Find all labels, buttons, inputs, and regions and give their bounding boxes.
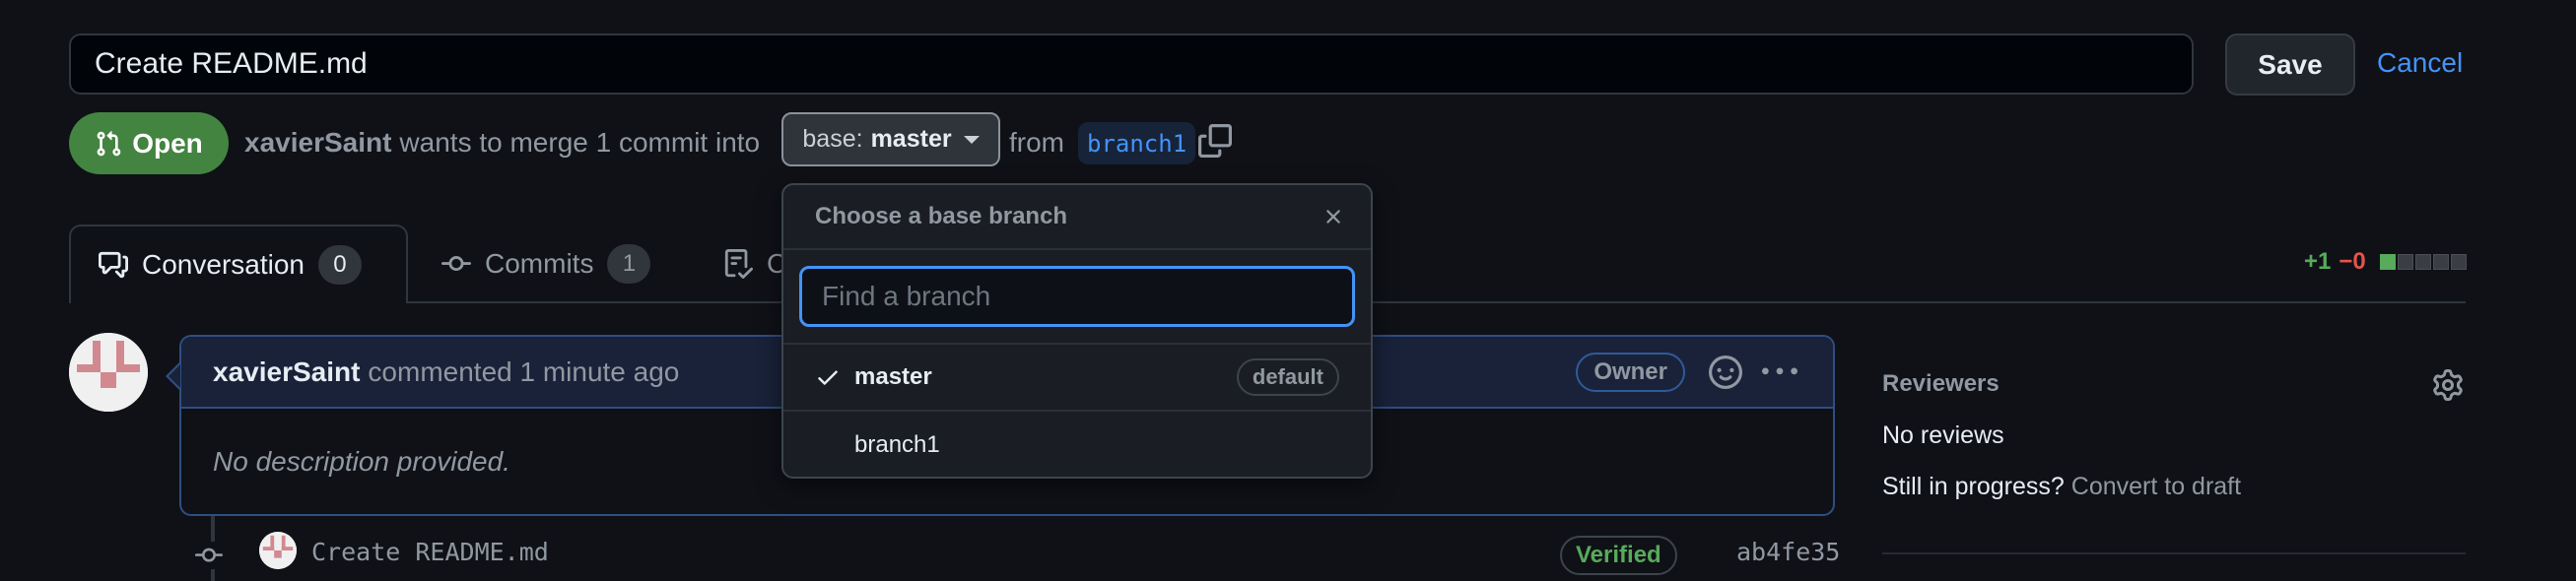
comment-author-link[interactable]: xavierSaint: [213, 356, 360, 388]
base-prefix: base:: [802, 125, 863, 153]
check-icon: [818, 370, 838, 385]
author-avatar[interactable]: [69, 333, 148, 412]
identicon-icon: [259, 532, 297, 569]
copy-icon[interactable]: [1198, 124, 1232, 158]
git-pull-request-icon: [97, 130, 121, 156]
diffstat-deletions: −0: [2339, 248, 2366, 275]
comment-pointer-fill: [169, 364, 180, 388]
save-button[interactable]: Save: [2225, 33, 2355, 96]
comment-action[interactable]: commented 1 minute ago: [368, 356, 679, 388]
from-text: from: [1009, 127, 1064, 158]
caret-down-icon: [963, 135, 980, 144]
dropdown-title: Choose a base branch: [815, 203, 1068, 229]
comment-discussion-icon: [99, 251, 128, 279]
smiley-icon[interactable]: [1709, 355, 1742, 389]
branch-option-name: master: [854, 363, 932, 390]
default-badge: default: [1236, 358, 1339, 396]
checklist-icon: [724, 249, 753, 279]
tab-commits-label: Commits: [485, 248, 594, 279]
identicon-icon: [69, 333, 148, 412]
verified-badge[interactable]: Verified: [1560, 536, 1677, 575]
draft-prompt: Still in progress? Convert to draft: [1882, 473, 2241, 501]
diffstat: +1 −0: [2304, 248, 2467, 276]
branch-option-branch1[interactable]: branch1: [783, 412, 1371, 477]
sidebar-divider: [1882, 552, 2466, 554]
owner-badge: Owner: [1576, 352, 1685, 392]
convert-to-draft-link[interactable]: Convert to draft: [2071, 473, 2241, 500]
close-icon[interactable]: [1322, 205, 1345, 228]
no-reviews-text: No reviews: [1882, 421, 2004, 449]
pr-meta: xavierSaint wants to merge 1 commit into: [244, 122, 760, 163]
base-branch-dropdown: Choose a base branch master default bran…: [781, 183, 1373, 479]
pr-author-link[interactable]: xavierSaint: [244, 127, 391, 159]
dropdown-filter: [783, 250, 1371, 345]
diffstat-block-neutral: [2397, 254, 2413, 270]
branch-filter-input[interactable]: [799, 266, 1355, 327]
pr-state-badge: Open: [69, 112, 229, 174]
git-commit-icon: [193, 542, 225, 569]
tab-conversation-label: Conversation: [142, 249, 305, 280]
diffstat-additions: +1: [2304, 248, 2332, 275]
pr-merge-text: wants to merge 1 commit into: [399, 127, 761, 158]
commit-author-avatar[interactable]: [259, 532, 297, 569]
check-icon-wrap: [815, 364, 854, 390]
dropdown-header: Choose a base branch: [783, 185, 1371, 250]
branch-option-master[interactable]: master default: [783, 345, 1371, 412]
diffstat-block-add: [2379, 254, 2396, 270]
conversation-counter: 0: [317, 245, 362, 285]
tab-conversation[interactable]: Conversation 0: [69, 225, 408, 303]
gear-icon[interactable]: [2432, 369, 2464, 401]
tab-commits[interactable]: Commits 1: [414, 225, 678, 303]
pr-state-label: Open: [132, 127, 203, 159]
commit-sha-link[interactable]: ab4fe35: [1736, 538, 1840, 566]
diffstat-block-neutral: [2414, 254, 2431, 270]
base-branch-name: master: [870, 125, 952, 153]
diffstat-block-neutral: [2432, 254, 2449, 270]
head-branch-link[interactable]: branch1: [1078, 122, 1196, 164]
cancel-link[interactable]: Cancel: [2377, 43, 2463, 83]
diffstat-block-neutral: [2450, 254, 2467, 270]
kebab-horizontal-icon[interactable]: [1762, 355, 1797, 390]
branch-option-name: branch1: [854, 431, 940, 458]
commits-counter: 1: [607, 244, 651, 284]
base-branch-button[interactable]: base: master: [781, 112, 1000, 166]
diffstat-blocks: [2379, 254, 2467, 270]
git-commit-icon: [441, 256, 471, 272]
draft-prompt-text: Still in progress?: [1882, 473, 2065, 500]
pr-title-value: Create README.md: [95, 47, 368, 80]
pr-title-input[interactable]: Create README.md: [69, 33, 2194, 95]
commit-message-link[interactable]: Create README.md: [311, 538, 549, 566]
reviewers-heading[interactable]: Reviewers: [1882, 370, 2000, 398]
